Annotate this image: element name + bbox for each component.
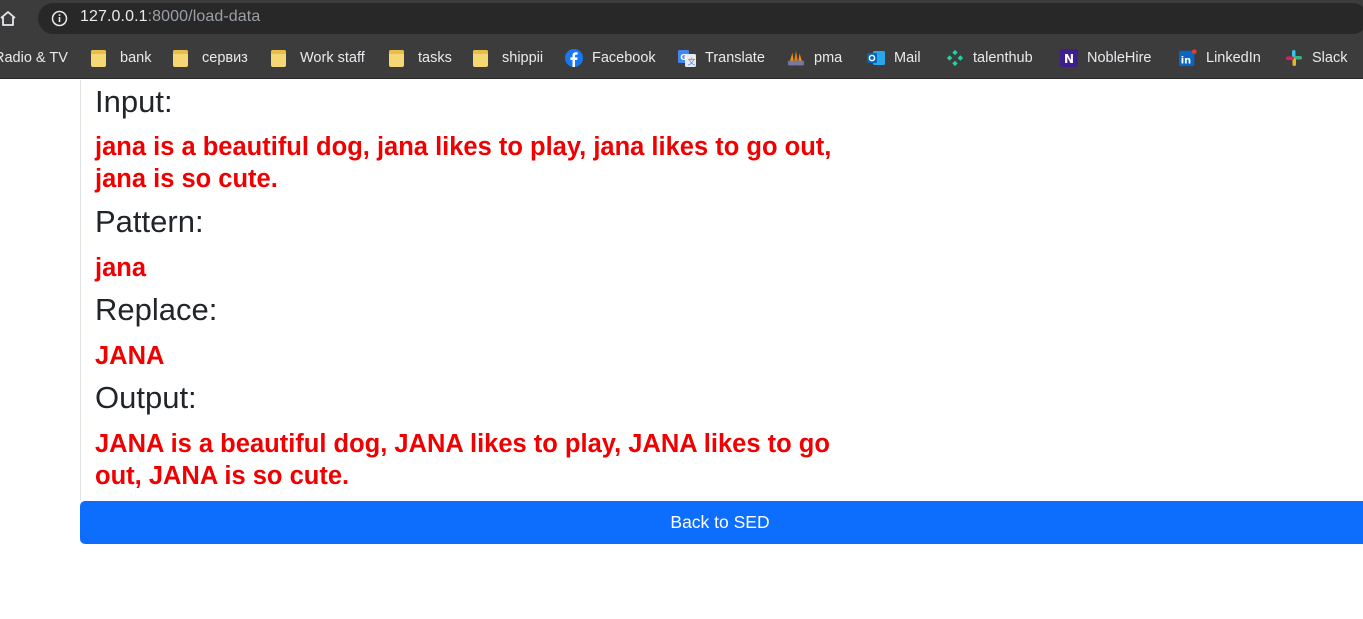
phpmyadmin-icon <box>787 50 805 66</box>
bookmark-tasks[interactable]: tasks <box>389 38 452 78</box>
replace-label: Replace: <box>95 292 218 327</box>
slack-icon <box>1286 50 1302 66</box>
outlook-mail-icon <box>867 51 885 65</box>
bookmark-label: Facebook <box>592 50 656 66</box>
bookmark-bank[interactable]: bank <box>91 38 151 78</box>
bookmark-label: Work staff <box>300 50 365 66</box>
svg-text:in: in <box>1181 55 1191 66</box>
bookmark-translate[interactable]: G 文 Translate <box>678 38 765 78</box>
bookmark-linkedin[interactable]: in LinkedIn <box>1179 38 1261 78</box>
bookmark-label: сервиз <box>202 50 248 66</box>
bookmark-label: LinkedIn <box>1206 50 1261 66</box>
bookmark-talenthub[interactable]: talenthub <box>946 38 1033 78</box>
bookmark-label: Radio & TV <box>0 50 68 66</box>
bookmark-facebook[interactable]: Facebook <box>565 38 656 78</box>
pattern-label: Pattern: <box>95 204 204 239</box>
input-value: jana is a beautiful dog, jana likes to p… <box>95 133 832 193</box>
output-value: JANA is a beautiful dog, JANA likes to p… <box>95 430 830 490</box>
linkedin-icon: in <box>1179 49 1197 66</box>
bookmark-shippii[interactable]: shippii <box>473 38 543 78</box>
replace-value: JANA <box>95 342 165 370</box>
noblehire-icon: N <box>1060 49 1078 67</box>
home-icon[interactable] <box>0 9 18 29</box>
svg-text:文: 文 <box>688 57 696 67</box>
bookmark-radio-tv[interactable]: Radio & TV <box>0 38 68 78</box>
bookmark-noblehire[interactable]: N NobleHire <box>1060 38 1151 78</box>
bookmark-label: talenthub <box>973 50 1033 66</box>
folder-icon <box>473 49 488 67</box>
folder-icon <box>91 49 106 67</box>
bookmark-label: bank <box>120 50 152 66</box>
output-label: Output: <box>95 380 197 415</box>
bookmark-work-staff[interactable]: Work staff <box>271 38 365 78</box>
site-info-icon[interactable] <box>51 10 68 27</box>
folder-icon <box>173 49 188 67</box>
bookmark-servis[interactable]: сервиз <box>173 38 248 78</box>
input-label: Input: <box>95 84 173 119</box>
bookmark-slack[interactable]: Slack <box>1285 38 1347 78</box>
url-text[interactable]: 127.0.0.1:8000/load-data <box>80 8 260 26</box>
bookmark-label: tasks <box>418 50 452 66</box>
folder-icon <box>271 49 286 67</box>
browser-address-bar: 127.0.0.1:8000/load-data <box>0 0 1363 38</box>
folder-icon <box>389 49 404 67</box>
pattern-value: jana <box>95 254 147 282</box>
google-translate-icon: G 文 <box>678 50 696 67</box>
facebook-icon <box>565 49 583 67</box>
back-to-sed-button[interactable]: Back to SED <box>80 501 1363 544</box>
bookmark-label: Mail <box>894 50 921 66</box>
bookmark-mail[interactable]: Mail <box>867 38 921 78</box>
url-path: :8000/load-data <box>147 8 261 25</box>
svg-text:G: G <box>680 53 687 62</box>
bookmark-label: NobleHire <box>1087 50 1152 66</box>
bookmark-label: pma <box>814 50 843 66</box>
url-host: 127.0.0.1 <box>80 8 148 25</box>
bookmark-pma[interactable]: pma <box>787 38 842 78</box>
svg-text:N: N <box>1064 52 1074 66</box>
bookmark-label: Slack <box>1312 50 1348 66</box>
talenthub-icon <box>946 49 964 67</box>
bookmark-label: shippii <box>502 50 544 66</box>
bookmarks-bar: Radio & TV bank сервиз Work staff tasks … <box>0 38 1363 79</box>
bookmark-label: Translate <box>705 50 765 66</box>
